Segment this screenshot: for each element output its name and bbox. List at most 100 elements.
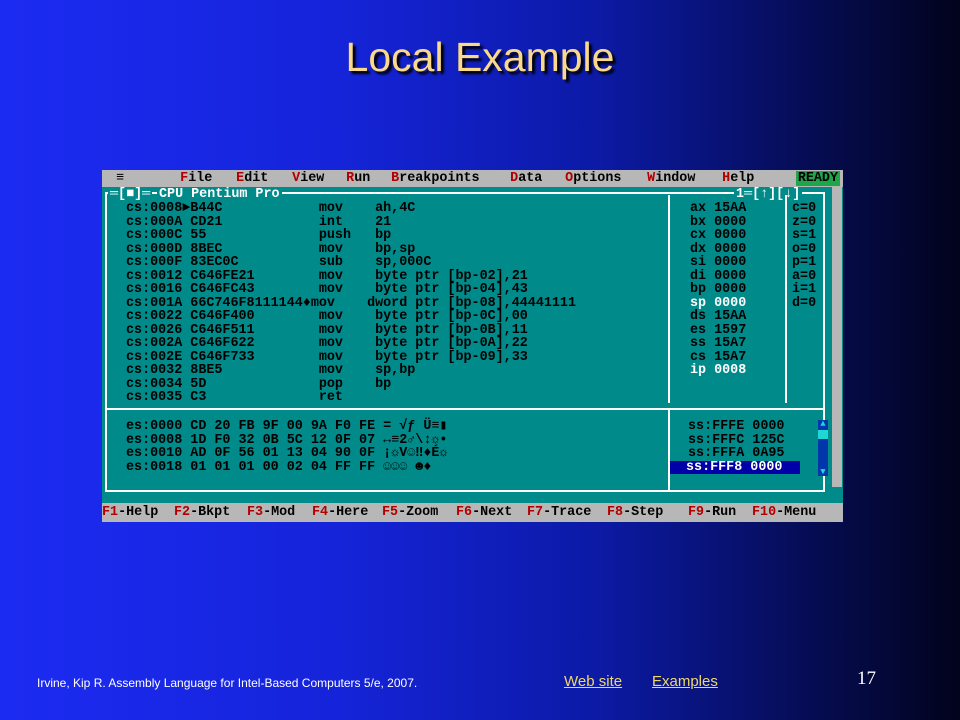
scroll-up-arrow-icon[interactable]: ▲: [818, 420, 828, 429]
code-line[interactable]: cs:0026 C646F511 mov byte ptr [bp-0B],11: [126, 323, 576, 338]
menu-label: elp: [730, 171, 755, 186]
flags-pane: c=0 z=0 s=1 o=0 p=1 a=0 i=1 d=0: [792, 202, 816, 310]
code-line[interactable]: cs:0032 8BE5 mov sp,bp: [126, 364, 576, 378]
memory-dump-pane: es:0000 CD 20 FB 9F 00 9A F0 FE = √ƒ Ü≡▮…: [126, 420, 447, 474]
function-key-label: -Next: [472, 505, 513, 520]
register-value[interactable]: cs 15A7: [690, 350, 746, 365]
flag-value[interactable]: c=0: [792, 202, 816, 216]
function-key: F1: [102, 505, 119, 520]
memory-line[interactable]: es:0000 CD 20 FB 9F 00 9A F0 FE = √ƒ Ü≡▮: [126, 420, 447, 434]
register-value[interactable]: ax 15AA: [690, 202, 746, 216]
register-value[interactable]: sp 0000: [690, 296, 746, 311]
stack-line[interactable]: ss:FFFA 0A95: [672, 447, 800, 461]
function-key: F8: [607, 505, 624, 520]
code-line[interactable]: cs:000C 55 push bp: [126, 229, 576, 243]
stack-line[interactable]: ss:FFF8 0000: [670, 460, 801, 474]
function-key: F6: [456, 505, 473, 520]
register-value[interactable]: es 1597: [690, 323, 746, 338]
memory-line[interactable]: es:0018 01 01 01 00 02 04 FF FF ☺☺☺ ☻♦: [126, 460, 447, 475]
code-line[interactable]: cs:0012 C646FE21 mov byte ptr [bp-02],21: [126, 269, 576, 284]
menu-item[interactable]: Edit: [236, 172, 268, 186]
register-value[interactable]: cx 0000: [690, 229, 746, 243]
scroll-thumb[interactable]: [818, 430, 828, 439]
function-key-item[interactable]: F6-Next: [456, 506, 512, 520]
menu-item[interactable]: Window: [647, 172, 695, 186]
stack-line[interactable]: ss:FFFC 125C: [672, 433, 800, 448]
flag-value[interactable]: s=1: [792, 229, 816, 243]
code-line[interactable]: cs:000A CD21 int 21: [126, 215, 576, 230]
menu-label: ata: [518, 171, 543, 186]
register-value[interactable]: ds 15AA: [690, 310, 746, 324]
flag-value[interactable]: z=0: [792, 215, 816, 230]
register-value[interactable]: di 0000: [690, 269, 746, 284]
window-title: CPU Pentium Pro: [157, 187, 282, 202]
function-key-item[interactable]: F3-Mod: [247, 506, 295, 520]
memory-line[interactable]: es:0008 1D F0 32 0B 5C 12 0F 07 ↔≡2♂\↕☼•: [126, 433, 447, 448]
register-value[interactable]: ss 15A7: [690, 337, 746, 351]
function-key-bar: F1-Help F2-Bkpt F3-Mod F4-Here F5-Zoom F6-Nex…: [102, 503, 843, 522]
stack-scrollbar[interactable]: ▲ ▼: [818, 420, 828, 477]
register-value[interactable]: si 0000: [690, 256, 746, 270]
function-key-item[interactable]: F5-Zoom: [382, 506, 438, 520]
menu-label: un: [354, 171, 371, 186]
vertical-divider-code: [668, 195, 670, 403]
menu-hotkey: R: [346, 171, 355, 186]
function-key-item[interactable]: F7-Trace: [527, 506, 591, 520]
menu-item[interactable]: Options: [565, 172, 621, 186]
menu-item[interactable]: View: [292, 172, 324, 186]
website-link[interactable]: Web site: [564, 673, 622, 690]
menu-bar: ≡ File Edit View Run Breakpoints Data Options W…: [102, 170, 843, 187]
code-line[interactable]: cs:0034 5D pop bp: [126, 377, 576, 392]
menu-hotkey: O: [565, 171, 574, 186]
flag-value[interactable]: o=0: [792, 242, 816, 257]
menu-hotkey: B: [391, 171, 400, 186]
function-key-item[interactable]: F2-Bkpt: [174, 506, 230, 520]
cpu-scrollbar[interactable]: [832, 187, 842, 487]
function-key-label: -Help: [118, 505, 159, 520]
function-key-item[interactable]: F9-Run: [688, 506, 736, 520]
menu-label: indow: [655, 171, 696, 186]
function-key: F9: [688, 505, 705, 520]
examples-link[interactable]: Examples: [652, 673, 718, 690]
menu-item[interactable]: File: [180, 172, 212, 186]
flag-value[interactable]: p=1: [792, 256, 816, 270]
register-value[interactable]: ip 0008: [690, 364, 746, 378]
code-line[interactable]: cs:0035 C3 ret: [126, 391, 576, 405]
menu-item[interactable]: Run: [346, 172, 370, 186]
system-menu-icon[interactable]: ≡: [116, 172, 124, 186]
menu-item[interactable]: Breakpoints: [391, 172, 479, 186]
scroll-down-arrow-icon[interactable]: ▼: [818, 468, 828, 477]
function-key-item[interactable]: F4-Here: [312, 506, 368, 520]
function-key-item[interactable]: F10-Menu: [752, 506, 816, 520]
stack-line[interactable]: ss:FFFE 0000: [672, 420, 800, 434]
code-line[interactable]: cs:001A 66C746F8111144♦mov dword ptr [bp…: [126, 296, 576, 311]
function-key: F4: [312, 505, 329, 520]
menu-hotkey: F: [180, 171, 189, 186]
function-key-label: -Here: [328, 505, 369, 520]
register-value[interactable]: dx 0000: [690, 242, 746, 257]
code-line[interactable]: cs:0016 C646FC43 mov byte ptr [bp-04],43: [126, 283, 576, 297]
code-line[interactable]: cs:0008►B44C mov ah,4C: [126, 202, 576, 216]
menu-hotkey: H: [722, 171, 731, 186]
function-key-item[interactable]: F8-Step: [607, 506, 663, 520]
menu-item[interactable]: Help: [722, 172, 754, 186]
window-controls-right[interactable]: 1═[↑][↓]: [734, 188, 803, 202]
menu-hotkey: D: [510, 171, 519, 186]
function-key: F3: [247, 505, 264, 520]
code-line[interactable]: cs:002E C646F733 mov byte ptr [bp-09],33: [126, 350, 576, 365]
function-key: F10: [752, 505, 777, 520]
memory-line[interactable]: es:0010 AD 0F 56 01 13 04 90 0F ¡☼V☺‼♦É☼: [126, 447, 447, 461]
flag-value[interactable]: d=0: [792, 296, 816, 311]
code-line[interactable]: cs:002A C646F622 mov byte ptr [bp-0A],22: [126, 337, 576, 351]
flag-value[interactable]: a=0: [792, 269, 816, 284]
register-value[interactable]: bx 0000: [690, 215, 746, 230]
debugger-screenshot: ≡ File Edit View Run Breakpoints Data Options W…: [102, 170, 843, 522]
code-line[interactable]: cs:0022 C646F400 mov byte ptr [bp-0C],00: [126, 310, 576, 324]
window-controls-left[interactable]: ═[■]═: [108, 188, 153, 202]
menu-item[interactable]: Data: [510, 172, 542, 186]
function-key-item[interactable]: F1-Help: [102, 506, 158, 520]
flag-value[interactable]: i=1: [792, 283, 816, 297]
code-line[interactable]: cs:000D 8BEC mov bp,sp: [126, 242, 576, 257]
code-line[interactable]: cs:000F 83EC0C sub sp,000C: [126, 256, 576, 270]
register-value[interactable]: bp 0000: [690, 283, 746, 297]
